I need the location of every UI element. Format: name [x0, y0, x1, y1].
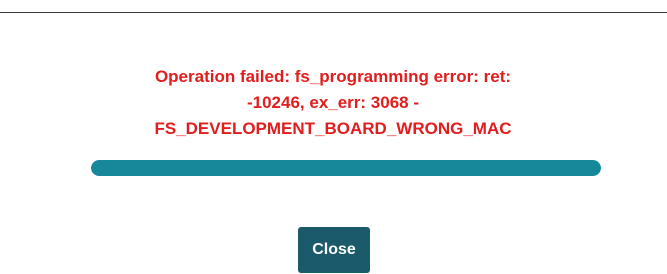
top-divider	[0, 12, 667, 13]
error-line: FS_DEVELOPMENT_BOARD_WRONG_MAC	[154, 119, 512, 138]
error-line: Operation failed: fs_programming error: …	[154, 67, 512, 86]
progress-bar-fill	[91, 160, 601, 176]
error-message: Operation failed: fs_programming error: …	[83, 64, 583, 142]
operation-dialog: Operation failed: fs_programming error: …	[0, 0, 667, 274]
progress-bar	[91, 160, 601, 176]
close-button[interactable]: Close	[298, 227, 370, 273]
error-line: -10246, ex_err: 3068 -	[246, 93, 420, 112]
